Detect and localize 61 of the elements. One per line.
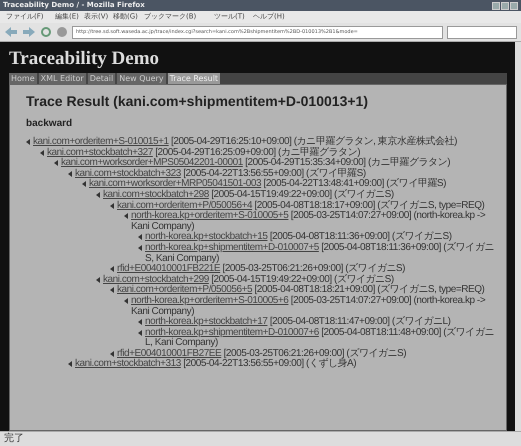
trace-link[interactable]: kani.com+stockbatch+327 bbox=[47, 146, 153, 158]
expand-triangle-icon[interactable] bbox=[124, 213, 128, 220]
trace-entry: rfid+E004010001FB221E [2005-03-25T06:21:26+09:00] (ズワイガニS) bbox=[117, 264, 406, 274]
reload-icon[interactable] bbox=[40, 26, 52, 38]
trace-link[interactable]: kani.com+stockbatch+298 bbox=[103, 188, 209, 200]
trace-entry: kani.com+worksorder+MRP05041501-003 [2005-04-22T13:48:41+09:00] (ズワイ甲羅S) bbox=[89, 179, 446, 190]
trace-link[interactable]: kani.com+orderitem+S-010015+1 bbox=[33, 136, 169, 147]
trace-link[interactable]: north-korea.kp+stockbatch+15 bbox=[145, 231, 268, 242]
trace-link[interactable]: rfid+E004010001FB221E bbox=[117, 263, 220, 274]
expand-triangle-icon[interactable] bbox=[26, 139, 30, 145]
trace-entry: kani.com+stockbatch+323 [2005-04-22T13:56:55+09:00] (ズワイ甲羅S) bbox=[75, 168, 366, 179]
trace-link[interactable]: kani.com+stockbatch+299 bbox=[103, 274, 209, 285]
trace-link[interactable]: kani.com+orderitem+P/050056+4 bbox=[117, 200, 252, 211]
expand-triangle-icon[interactable] bbox=[124, 298, 128, 304]
trace-entry: kani.com+orderitem+P/050056+5 [2005-04-08T18:18:21+09:00] (ズワイガニS, type=REQ) bbox=[117, 285, 484, 296]
expand-triangle-icon[interactable] bbox=[110, 287, 114, 294]
expand-triangle-icon[interactable] bbox=[40, 150, 44, 156]
expand-triangle-icon[interactable] bbox=[82, 181, 86, 188]
trace-link[interactable]: kani.com+worksorder+MRP05041501-003 bbox=[89, 178, 262, 190]
expand-triangle-icon[interactable] bbox=[96, 192, 100, 198]
expand-triangle-icon[interactable] bbox=[54, 160, 58, 166]
expand-triangle-icon[interactable] bbox=[110, 266, 114, 272]
expand-triangle-icon[interactable] bbox=[110, 202, 114, 209]
trace-entry: kani.com+stockbatch+298 [2005-04-15T19:49:22+09:00] (ズワイガニS) bbox=[103, 190, 394, 200]
nav-tab[interactable]: Home bbox=[9, 73, 37, 84]
expand-triangle-icon[interactable] bbox=[68, 170, 72, 177]
trace-link[interactable]: north-korea.kp+shipmentitem+D-010007+6 bbox=[145, 326, 319, 338]
result-heading: Trace Result (kani.com+shipmentitem+D-010013+1) bbox=[26, 92, 369, 111]
nav-tab[interactable]: Trace Result bbox=[168, 73, 220, 84]
trace-link[interactable]: kani.com+stockbatch+323 bbox=[75, 168, 181, 179]
trace-entry: kani.com+worksorder+MPS05042201-00001 [2005-04-29T15:35:34+09:00] (カニ甲羅グラタン) bbox=[61, 158, 450, 168]
trace-link[interactable]: north-korea.kp+shipmentitem+D-010007+5 bbox=[145, 242, 319, 253]
expand-triangle-icon[interactable] bbox=[96, 276, 100, 283]
trace-entry: north-korea.kp+stockbatch+15 [2005-04-08T18:11:36+09:00] (ズワイガニS) bbox=[145, 232, 452, 242]
trace-entry: kani.com+stockbatch+299 [2005-04-15T19:49:22+09:00] (ズワイガニS) bbox=[103, 274, 394, 285]
trace-link[interactable]: kani.com+worksorder+MPS05042201-00001 bbox=[61, 157, 243, 168]
trace-link[interactable]: north-korea.kp+orderitem+S-010005+5 bbox=[131, 210, 288, 222]
trace-entry: north-korea.kp+stockbatch+17 [2005-04-08T18:11:47+09:00] (ズワイガニL) bbox=[145, 317, 450, 328]
trace-link[interactable]: kani.com+orderitem+P/050056+5 bbox=[117, 284, 252, 296]
trace-entry: rfid+E004010001FB27EE [2005-03-25T06:21:26+09:00] (ズワイガニS) bbox=[117, 348, 406, 359]
trace-entry: north-korea.kp+shipmentitem+D-010007+5 [2005-04-08T18:11:36+09:00] (ズワイガニS, Kani Company) bbox=[145, 242, 495, 264]
trace-entry: kani.com+orderitem+S-010015+1 [2005-04-29T16:25:10+09:00] (カニ甲羅グラタン, 東京水産株式会社) bbox=[33, 137, 458, 147]
trace-entry: kani.com+stockbatch+327 [2005-04-29T16:25:09+09:00] (カニ甲羅グラタン) bbox=[47, 148, 360, 158]
nav-tab[interactable]: XML Editor bbox=[38, 73, 86, 84]
trace-link[interactable]: north-korea.kp+orderitem+S-010005+6 bbox=[131, 294, 288, 306]
search-field[interactable] bbox=[447, 26, 517, 38]
status-text: 完了 bbox=[0, 431, 521, 446]
section-heading: backward bbox=[26, 117, 74, 131]
trace-entry: kani.com+orderitem+P/050056+4 [2005-04-08T18:18:17+09:00] (ズワイガニS, type=REQ) bbox=[117, 200, 484, 211]
trace-link[interactable]: kani.com+stockbatch+313 bbox=[75, 358, 181, 370]
site-title: Traceability Demo bbox=[9, 48, 160, 70]
nav-tab[interactable]: New Query bbox=[117, 73, 166, 84]
trace-entry: north-korea.kp+orderitem+S-010005+6 [2005-03-25T14:07:27+09:00] (north-korea.kp -> Kani Company) bbox=[131, 296, 486, 316]
expand-triangle-icon[interactable] bbox=[110, 350, 114, 357]
nav-tab[interactable]: Detail bbox=[88, 73, 116, 84]
expand-triangle-icon[interactable] bbox=[68, 361, 72, 368]
trace-entry: north-korea.kp+orderitem+S-010005+5 [2005-03-25T14:07:27+09:00] (north-korea.kp -> Kani Company) bbox=[131, 211, 486, 232]
trace-entry: north-korea.kp+shipmentitem+D-010007+6 [2005-04-08T18:11:48+09:00] (ズワイガニL, Kani Company) bbox=[145, 328, 495, 348]
trace-entry: kani.com+stockbatch+313 [2005-04-22T13:56:55+09:00] (くずし身A) bbox=[75, 359, 356, 370]
trace-link[interactable]: north-korea.kp+stockbatch+17 bbox=[145, 316, 268, 328]
trace-link[interactable]: rfid+E004010001FB27EE bbox=[117, 348, 222, 359]
